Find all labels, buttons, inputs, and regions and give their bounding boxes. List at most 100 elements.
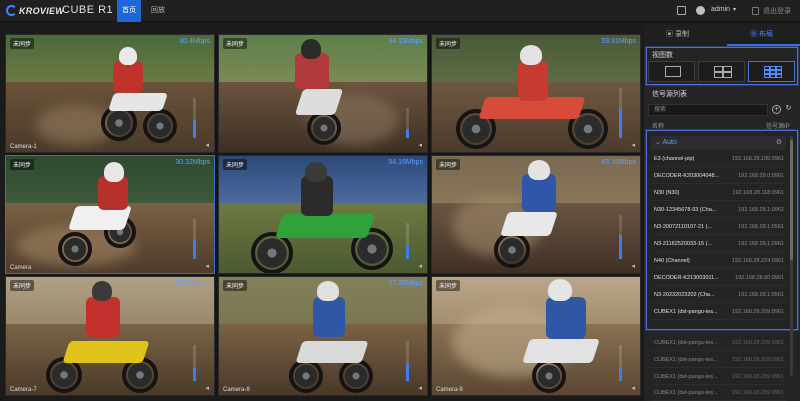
monitor-icon[interactable]	[677, 6, 686, 15]
video-frame	[6, 156, 214, 273]
sync-status-badge: 未同步	[436, 38, 461, 49]
layout-3x3-icon	[764, 66, 782, 78]
camera-label: Camera-7	[10, 387, 37, 393]
source-group-auto[interactable]: ⌄ Auto ⚙	[651, 136, 786, 150]
audio-level-meter	[619, 88, 622, 138]
video-frame	[432, 35, 640, 152]
speaker-icon[interactable]: ◂	[418, 384, 422, 392]
source-list-scrollbar[interactable]	[790, 136, 793, 376]
layout-label: 视图数	[652, 52, 673, 59]
bitrate-label: 23.20Mbps	[175, 280, 210, 287]
video-frame	[6, 277, 214, 395]
bitrate-label: 43.16Mbps	[601, 159, 636, 166]
layout-1x1-button[interactable]	[648, 61, 695, 82]
product-name: CUBE R1	[62, 4, 114, 16]
video-frame	[219, 156, 427, 273]
camera-label: Camera-1	[10, 144, 37, 150]
audio-level-meter	[619, 215, 622, 259]
layout-2x2-icon	[714, 66, 732, 78]
video-tile-2[interactable]: 未同步 34.15Mbps ◂	[218, 34, 428, 153]
video-tile-9[interactable]: 未同步 Camera-9 ◂	[431, 276, 641, 396]
layout-3x3-button[interactable]	[748, 61, 795, 82]
video-tile-5[interactable]: 未同步 54.16Mbps ◂	[218, 155, 428, 274]
logout-icon[interactable]	[752, 7, 759, 15]
sync-status-badge: 未同步	[10, 38, 35, 49]
avatar[interactable]	[696, 6, 705, 15]
source-row[interactable]: N40 (Channel) 192.168.28.224:0961	[651, 253, 786, 269]
audio-level-meter	[406, 108, 409, 138]
speaker-icon[interactable]: ◂	[205, 384, 209, 392]
logo-icon	[6, 5, 17, 16]
speaker-icon[interactable]: ◂	[418, 141, 422, 149]
video-tile-6[interactable]: 未同步 43.16Mbps ◂	[431, 155, 641, 274]
video-frame	[219, 35, 427, 152]
camera-label: Camera-9	[436, 387, 463, 393]
speaker-icon[interactable]: ◂	[205, 262, 209, 270]
bitrate-label: 27.22Mbps	[388, 280, 423, 287]
source-row[interactable]: DECODER-K203004048... 192.168.28.0:0961	[651, 168, 786, 184]
bitrate-label: 34.15Mbps	[388, 38, 423, 45]
video-tile-4[interactable]: 未同步 30.32Mbps Camera ◂	[5, 155, 215, 274]
username[interactable]: admin	[711, 6, 730, 13]
active-tab-indicator	[727, 44, 800, 46]
top-bar: KROVIEW CUBE R1 首页 回放 admin ▾ 退出登录	[0, 0, 800, 22]
camera-label: Camera-8	[223, 387, 250, 393]
layout-1x1-icon	[665, 66, 681, 77]
add-icon[interactable]: +	[772, 105, 781, 114]
gear-icon[interactable]: ⚙	[776, 136, 782, 150]
video-frame	[6, 35, 214, 152]
source-row[interactable]: CUBEX1 (dst-pangu-tes... 192.168.28.209:0…	[651, 369, 786, 385]
panel-tabs: ▣ 录制 ▦ 布局	[644, 24, 800, 46]
source-row[interactable]: DECODER-K213003011... 192.168.28.60:0961	[651, 270, 786, 286]
source-row[interactable]: CUBEX1 (dst-pangu-tes... 192.168.28.209:0…	[651, 385, 786, 401]
speaker-icon[interactable]: ◂	[631, 141, 635, 149]
video-tile-3[interactable]: 未同步 59.91Mbps ◂	[431, 34, 641, 153]
refresh-icon[interactable]: ↻	[784, 105, 793, 114]
speaker-icon[interactable]: ◂	[205, 141, 209, 149]
bitrate-label: 59.91Mbps	[601, 38, 636, 45]
video-grid: 未同步 30.4Mbps Camera-1 ◂ 未同步 34.15Mbps ◂	[5, 34, 641, 396]
search-input[interactable]: 搜索	[648, 104, 768, 116]
bitrate-label: 54.16Mbps	[388, 159, 423, 166]
source-row[interactable]: N3-20232023202 (Cha... 192.168.28.1:0961	[651, 287, 786, 303]
speaker-icon[interactable]: ◂	[631, 384, 635, 392]
source-row[interactable]: CUBEX1 (dst-pangu-tes... 192.168.28.209:0…	[651, 304, 786, 320]
sync-status-badge: 未同步	[10, 159, 35, 170]
tab-home[interactable]: 首页	[117, 0, 141, 22]
source-row[interactable]: N3-20072110107-21 (... 192.168.28.1:0961	[651, 219, 786, 235]
source-row[interactable]: N30 (N30) 192.168.28.118:0961	[651, 185, 786, 201]
video-tile-7[interactable]: 未同步 23.20Mbps Camera-7 ◂	[5, 276, 215, 396]
tab-playback[interactable]: 回放	[147, 0, 169, 22]
bitrate-label: 30.4Mbps	[179, 38, 210, 45]
source-row[interactable]: CUBEX1 (dst-pangu-tes... 192.168.28.209:0…	[651, 352, 786, 368]
audio-level-meter	[619, 345, 622, 381]
source-row[interactable]: N30-12345678-93 (Cha... 192.168.28.1:0961	[651, 202, 786, 218]
tab-layout[interactable]: ▦ 布局	[750, 24, 773, 46]
sync-status-badge: 未同步	[223, 159, 248, 170]
chevron-down-icon[interactable]: ▾	[733, 6, 736, 13]
logout-button[interactable]: 退出登录	[763, 6, 791, 16]
sync-status-badge: 未同步	[436, 159, 461, 170]
video-frame	[432, 277, 640, 395]
sync-status-badge: 未同步	[223, 280, 248, 291]
camera-label: Camera	[10, 265, 32, 271]
layout-2x2-button[interactable]	[698, 61, 745, 82]
video-frame	[219, 277, 427, 395]
column-header-ip: 信号源IP	[766, 124, 790, 130]
source-row[interactable]: E3 (channel-pip) 192.168.28.195:0961	[651, 151, 786, 167]
speaker-icon[interactable]: ◂	[631, 262, 635, 270]
video-tile-1[interactable]: 未同步 30.4Mbps Camera-1 ◂	[5, 34, 215, 153]
video-tile-8[interactable]: 未同步 27.22Mbps Camera-8 ◂	[218, 276, 428, 396]
audio-level-meter	[193, 98, 196, 138]
audio-level-meter	[193, 219, 196, 259]
speaker-icon[interactable]: ◂	[418, 262, 422, 270]
audio-level-meter	[406, 223, 409, 259]
sync-status-badge: 未同步	[223, 38, 248, 49]
source-row[interactable]: CUBEX1 (dst-pangu-tes... 192.168.28.209:0…	[651, 335, 786, 351]
bitrate-label: 30.32Mbps	[175, 159, 210, 166]
source-row[interactable]: N3-21162520033-15 (... 192.168.28.1:0961	[651, 236, 786, 252]
brand-name: KROVIEW	[19, 5, 65, 16]
tab-record[interactable]: ▣ 录制	[666, 24, 689, 46]
video-frame	[432, 156, 640, 273]
sync-status-badge: 未同步	[436, 280, 461, 291]
